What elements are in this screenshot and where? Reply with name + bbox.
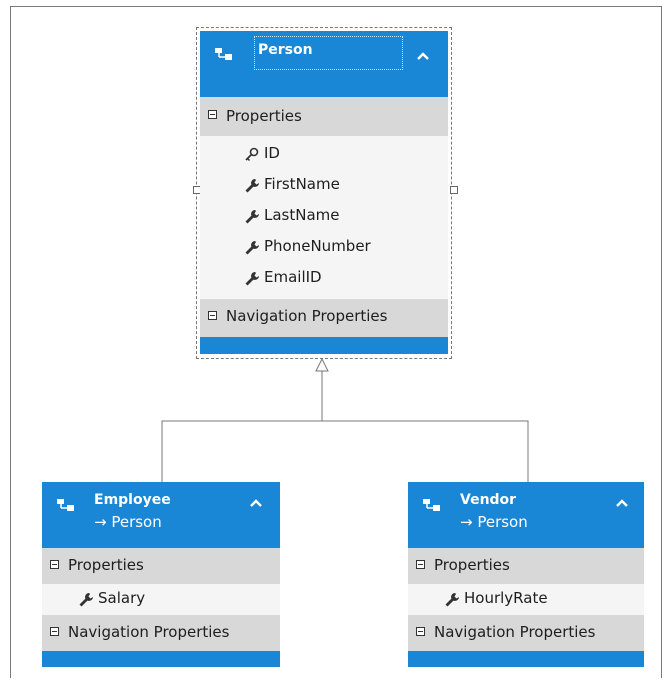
resize-handle-right[interactable] [450,186,458,194]
person-header[interactable]: Person [200,31,448,97]
properties-label: Properties [434,556,510,574]
properties-label: Properties [68,556,144,574]
property-name: Salary [98,589,146,607]
properties-label: Properties [226,107,302,125]
employee-base-type: → Person [94,513,162,531]
wrench-icon [445,593,459,607]
collapse-properties-icon[interactable] [416,560,425,569]
collapse-properties-icon[interactable] [50,560,59,569]
property-row[interactable]: Salary [42,584,280,615]
wrench-icon [245,241,259,255]
property-name: HourlyRate [464,589,548,607]
property-row[interactable]: LastName [200,201,448,232]
wrench-icon [245,272,259,286]
property-row[interactable]: FirstName [200,170,448,201]
property-row[interactable]: ID [200,139,448,170]
properties-section-header[interactable]: Properties [408,548,644,584]
entity-type-icon [423,499,440,511]
collapse-properties-icon[interactable] [208,110,217,119]
employee-title: Employee [94,492,171,508]
vendor-title: Vendor [460,492,517,508]
employee-footer [42,651,280,667]
properties-section-header[interactable]: Properties [200,97,448,136]
person-entity[interactable]: Person Properties ID FirstName LastName … [200,31,448,354]
vendor-entity[interactable]: Vendor → Person Properties HourlyRate Na… [408,482,644,667]
wrench-icon [245,210,259,224]
navigation-section-header[interactable]: Navigation Properties [200,299,448,337]
property-row[interactable]: HourlyRate [408,584,644,615]
vendor-footer [408,651,644,667]
collapse-chevron-icon[interactable] [416,51,430,61]
property-name: LastName [264,206,340,224]
vendor-header[interactable]: Vendor → Person [408,482,644,548]
wrench-icon [79,593,93,607]
navigation-label: Navigation Properties [226,307,388,325]
navigation-label: Navigation Properties [434,623,596,641]
employee-header[interactable]: Employee → Person [42,482,280,548]
property-row[interactable]: EmailID [200,263,448,294]
navigation-label: Navigation Properties [68,623,230,641]
property-name: PhoneNumber [264,237,371,255]
employee-entity[interactable]: Employee → Person Properties Salary Navi… [42,482,280,667]
navigation-section-header[interactable]: Navigation Properties [408,615,644,651]
vendor-properties-list: HourlyRate [408,584,644,615]
entity-type-icon [57,499,74,511]
collapse-navigation-icon[interactable] [416,627,425,636]
key-icon [245,147,259,162]
property-name: FirstName [264,175,340,193]
entity-type-icon [215,48,232,60]
collapse-chevron-icon[interactable] [249,498,263,508]
property-name: EmailID [264,268,322,286]
collapse-navigation-icon[interactable] [50,627,59,636]
person-footer [200,337,448,354]
collapse-navigation-icon[interactable] [208,311,217,320]
person-title: Person [258,42,313,58]
collapse-chevron-icon[interactable] [615,498,629,508]
navigation-section-header[interactable]: Navigation Properties [42,615,280,651]
wrench-icon [245,179,259,193]
property-name: ID [264,144,280,162]
vendor-base-type: → Person [460,513,528,531]
properties-section-header[interactable]: Properties [42,548,280,584]
property-row[interactable]: PhoneNumber [200,232,448,263]
employee-properties-list: Salary [42,584,280,615]
person-properties-list: ID FirstName LastName PhoneNumber EmailI… [200,136,448,299]
